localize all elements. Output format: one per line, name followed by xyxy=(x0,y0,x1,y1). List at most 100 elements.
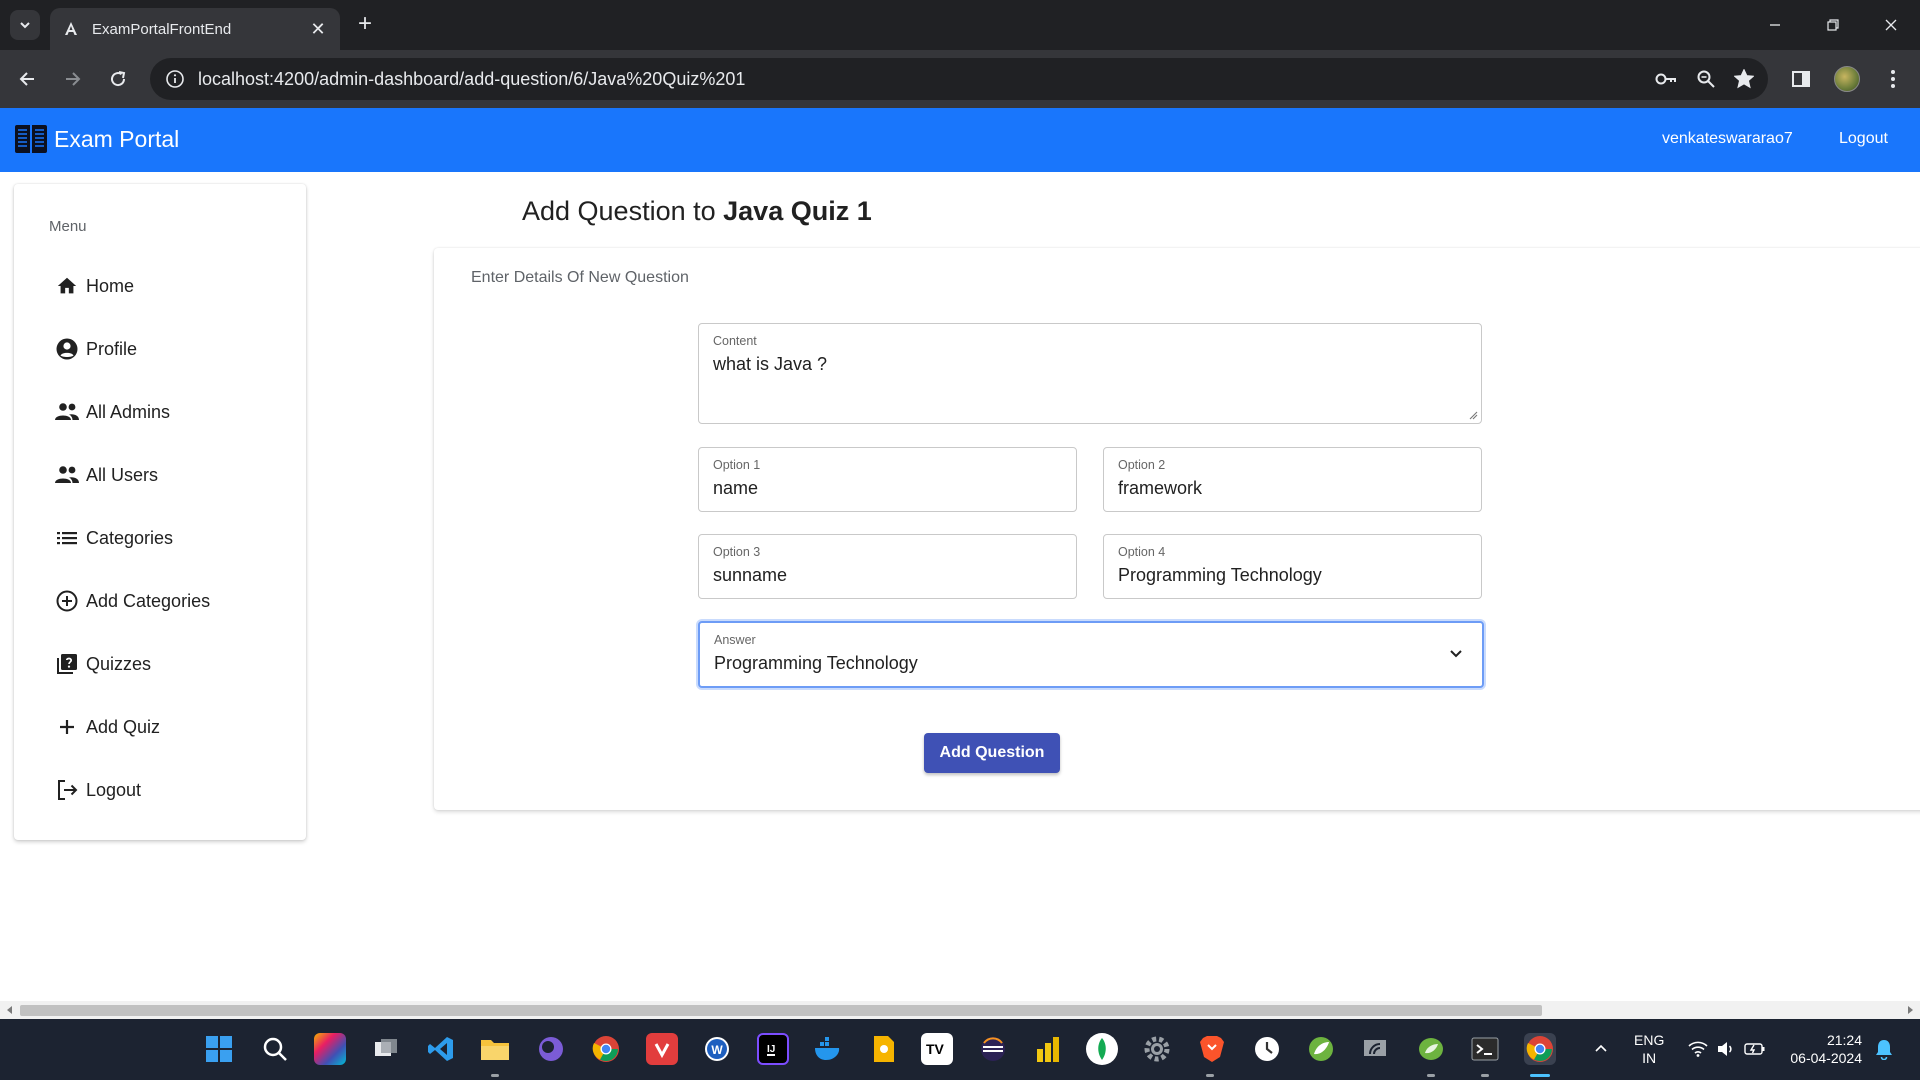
browser-menu-button[interactable] xyxy=(1878,64,1908,94)
option3-value: sunname xyxy=(713,565,788,585)
sidebar-item-logout[interactable]: Logout xyxy=(54,775,141,805)
resize-grip-icon[interactable] xyxy=(1468,410,1478,420)
search-icon[interactable] xyxy=(259,1033,291,1065)
content-textarea[interactable]: Content what is Java ? xyxy=(698,323,1482,424)
page-title: Add Question to Java Quiz 1 xyxy=(522,196,872,227)
active-indicator xyxy=(1530,1074,1550,1077)
notification-bell-icon[interactable] xyxy=(1868,1033,1900,1065)
sidebar-item-categories[interactable]: Categories xyxy=(54,523,173,553)
show-hidden-icons-chevron-up-icon[interactable] xyxy=(1585,1033,1617,1065)
word-icon[interactable]: W xyxy=(701,1033,733,1065)
tradingview-icon[interactable]: TV xyxy=(921,1033,953,1065)
side-panel-button[interactable] xyxy=(1786,64,1816,94)
clock[interactable]: 21:24 06-04-2024 xyxy=(1786,1031,1862,1067)
minimize-button[interactable] xyxy=(1746,0,1804,50)
profile-button[interactable] xyxy=(1832,64,1862,94)
option3-field[interactable]: Option 3 sunname xyxy=(698,534,1077,599)
username-link[interactable]: venkateswararao7 xyxy=(1662,130,1793,148)
horizontal-scrollbar[interactable] xyxy=(0,1001,1920,1019)
svg-text:W: W xyxy=(711,1043,723,1057)
sidebar-item-all-users[interactable]: All Users xyxy=(54,460,158,490)
remote-desktop-icon[interactable] xyxy=(1360,1033,1392,1065)
sidebar-item-profile[interactable]: Profile xyxy=(54,334,137,364)
sidebar-item-add-categories[interactable]: Add Categories xyxy=(54,586,210,616)
chrome-active-icon[interactable] xyxy=(1524,1033,1556,1065)
settings-gear-icon[interactable] xyxy=(1141,1033,1173,1065)
chrome-icon[interactable] xyxy=(590,1033,622,1065)
scroll-left-icon[interactable] xyxy=(4,1004,16,1016)
arrow-left-icon xyxy=(19,72,34,86)
clock-app-icon[interactable] xyxy=(1251,1033,1283,1065)
back-button[interactable] xyxy=(14,65,42,93)
running-indicator xyxy=(1206,1074,1214,1077)
arrow-right-icon xyxy=(66,72,81,86)
system-tray-status[interactable] xyxy=(1682,1033,1772,1065)
password-key-icon[interactable] xyxy=(1654,69,1678,89)
sidebar-item-all-admins[interactable]: All Admins xyxy=(54,397,170,427)
site-info-icon[interactable] xyxy=(164,68,186,90)
terminal-icon[interactable] xyxy=(1469,1033,1501,1065)
people-icon xyxy=(54,399,80,425)
new-tab-button[interactable]: + xyxy=(352,12,378,38)
keep-notes-icon[interactable] xyxy=(868,1033,900,1065)
close-window-button[interactable] xyxy=(1862,0,1920,50)
reload-button[interactable] xyxy=(104,65,132,93)
option1-value: name xyxy=(713,478,759,498)
language-code: ENG xyxy=(1634,1032,1665,1048)
sidebar-item-quizzes[interactable]: Quizzes xyxy=(54,649,151,679)
minimize-icon xyxy=(1770,24,1780,26)
option2-label: Option 2 xyxy=(1118,458,1166,472)
mongodb-compass-icon[interactable] xyxy=(1086,1033,1118,1065)
close-tab-icon[interactable]: ✕ xyxy=(308,19,328,40)
eclipse-icon[interactable] xyxy=(977,1033,1009,1065)
browser-tab-bar: ExamPortalFrontEnd ✕ + xyxy=(0,0,1920,50)
running-indicator xyxy=(1427,1074,1435,1077)
docker-icon[interactable] xyxy=(812,1033,844,1065)
browser-tab[interactable]: ExamPortalFrontEnd ✕ xyxy=(50,8,340,50)
spring-boot-icon[interactable] xyxy=(1415,1033,1447,1065)
book-icon xyxy=(15,125,47,153)
sidebar-item-home[interactable]: Home xyxy=(54,271,134,301)
scrollbar-thumb[interactable] xyxy=(20,1005,1542,1016)
option2-field[interactable]: Option 2 framework xyxy=(1103,447,1482,512)
copilot-icon[interactable] xyxy=(314,1033,346,1065)
header-logout-link[interactable]: Logout xyxy=(1839,130,1888,148)
zoom-icon[interactable] xyxy=(1696,69,1716,89)
home-icon xyxy=(54,273,80,299)
brand-name: Exam Portal xyxy=(54,125,180,152)
brand[interactable]: Exam Portal xyxy=(14,122,179,156)
answer-label: Answer xyxy=(714,633,756,647)
tab-search-button[interactable] xyxy=(10,10,40,40)
file-explorer-icon[interactable] xyxy=(479,1033,511,1065)
question-form-card: Enter Details Of New Question Content wh… xyxy=(434,248,1920,810)
address-bar[interactable]: localhost:4200/admin-dashboard/add-quest… xyxy=(150,58,1768,100)
brave-icon[interactable] xyxy=(1196,1033,1228,1065)
option4-label: Option 4 xyxy=(1118,545,1166,559)
sidebar-item-label: All Admins xyxy=(86,401,171,422)
scroll-right-icon[interactable] xyxy=(1904,1004,1916,1016)
sidebar-item-add-quiz[interactable]: Add Quiz xyxy=(54,712,160,742)
avatar xyxy=(1834,66,1860,92)
option4-field[interactable]: Option 4 Programming Technology xyxy=(1103,534,1482,599)
sidebar-item-label: Quizzes xyxy=(86,653,152,674)
bookmark-star-icon[interactable] xyxy=(1734,69,1754,89)
add-question-button[interactable]: Add Question xyxy=(924,733,1060,773)
forward-button[interactable] xyxy=(58,65,86,93)
option1-field[interactable]: Option 1 name xyxy=(698,447,1077,512)
restore-button[interactable] xyxy=(1804,0,1862,50)
answer-select[interactable]: Answer Programming Technology xyxy=(698,621,1484,688)
windows-start-icon[interactable] xyxy=(203,1033,235,1065)
purple-app-icon[interactable] xyxy=(535,1033,567,1065)
intellij-icon[interactable]: IJ xyxy=(757,1033,789,1065)
side-panel-icon xyxy=(1792,71,1810,87)
quiz-title: Java Quiz 1 xyxy=(723,196,872,226)
vscode-icon[interactable] xyxy=(425,1033,457,1065)
sidebar-item-label: Profile xyxy=(86,338,138,359)
vivaldi-icon[interactable] xyxy=(646,1033,678,1065)
chevron-down-icon xyxy=(1450,650,1462,658)
task-view-icon[interactable] xyxy=(370,1033,402,1065)
language-indicator[interactable]: ENG IN xyxy=(1634,1031,1664,1067)
angular-favicon-icon xyxy=(62,20,80,38)
spring-tool-icon[interactable] xyxy=(1305,1033,1337,1065)
power-bi-icon[interactable] xyxy=(1032,1033,1064,1065)
